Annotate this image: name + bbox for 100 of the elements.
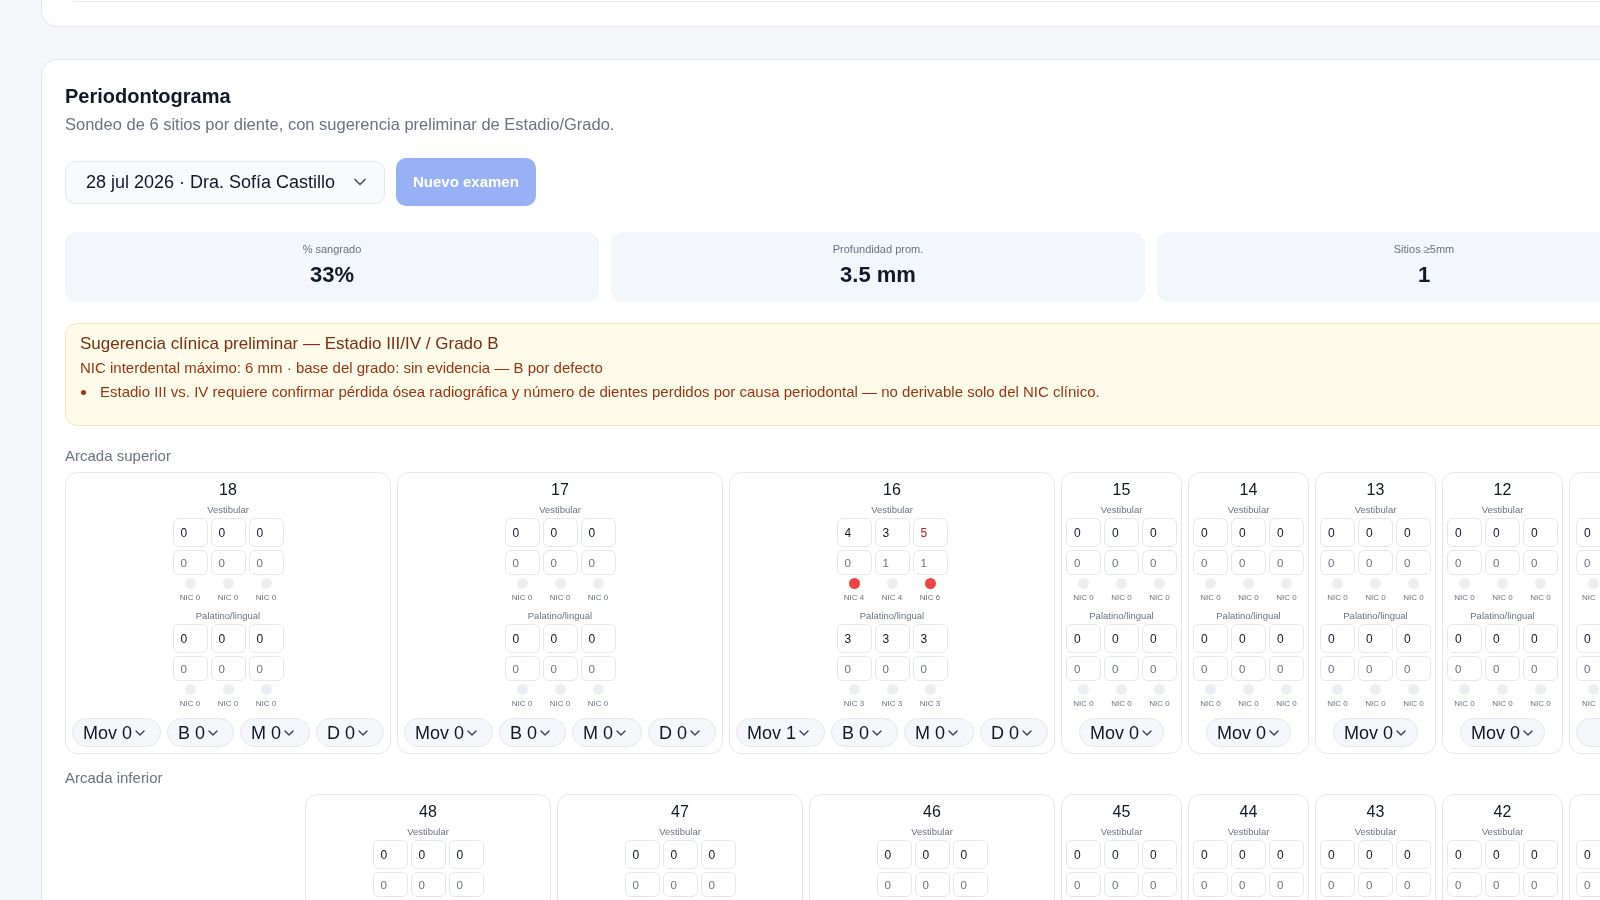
attachment-level-input[interactable]: 0 xyxy=(1269,656,1304,681)
probing-depth-input[interactable]: 0 xyxy=(1269,840,1304,869)
probing-depth-input[interactable]: 0 xyxy=(448,840,484,869)
attachment-level-input[interactable]: 0 xyxy=(1358,656,1393,681)
attachment-level-input[interactable]: 0 xyxy=(542,656,578,681)
dropdown-select[interactable]: Mov 0 xyxy=(404,718,493,747)
probing-depth-input[interactable]: 0 xyxy=(1523,624,1558,653)
probing-depth-input[interactable]: 0 xyxy=(1523,840,1558,869)
attachment-level-input[interactable]: 0 xyxy=(1193,550,1228,575)
probing-depth-input[interactable]: 0 xyxy=(1231,624,1266,653)
probing-depth-input[interactable]: 0 xyxy=(580,518,616,547)
attachment-level-input[interactable]: 0 xyxy=(1142,656,1177,681)
probing-depth-input[interactable]: 0 xyxy=(172,624,208,653)
probing-depth-input[interactable]: 0 xyxy=(1142,840,1177,869)
probing-depth-input[interactable]: 0 xyxy=(1066,840,1101,869)
probing-depth-input[interactable]: 0 xyxy=(1320,624,1355,653)
probing-depth-input[interactable]: 3 xyxy=(912,624,948,653)
attachment-level-input[interactable]: 0 xyxy=(1104,872,1139,897)
attachment-level-input[interactable]: 0 xyxy=(836,656,872,681)
dropdown-select[interactable]: D 0 xyxy=(648,718,717,747)
attachment-level-input[interactable]: 0 xyxy=(1576,550,1600,575)
probing-depth-input[interactable]: 0 xyxy=(372,840,408,869)
dropdown-select[interactable]: B 0 xyxy=(831,718,899,747)
probing-depth-input[interactable]: 0 xyxy=(1396,518,1431,547)
attachment-level-input[interactable]: 0 xyxy=(1523,872,1558,897)
attachment-level-input[interactable]: 0 xyxy=(1193,656,1228,681)
attachment-level-input[interactable]: 0 xyxy=(1269,872,1304,897)
attachment-level-input[interactable]: 0 xyxy=(874,656,910,681)
attachment-level-input[interactable]: 0 xyxy=(1104,656,1139,681)
attachment-level-input[interactable]: 0 xyxy=(504,550,540,575)
attachment-level-input[interactable]: 0 xyxy=(1485,550,1520,575)
probing-depth-input[interactable]: 0 xyxy=(1066,624,1101,653)
probing-depth-input[interactable]: 0 xyxy=(1231,518,1266,547)
attachment-level-input[interactable]: 0 xyxy=(1231,550,1266,575)
attachment-level-input[interactable]: 0 xyxy=(504,656,540,681)
probing-depth-input[interactable]: 0 xyxy=(1269,624,1304,653)
probing-depth-input[interactable]: 0 xyxy=(580,624,616,653)
dropdown-select[interactable]: M 0 xyxy=(240,718,311,747)
probing-depth-input[interactable]: 0 xyxy=(1066,518,1101,547)
attachment-level-input[interactable]: 0 xyxy=(1485,656,1520,681)
probing-depth-input[interactable]: 0 xyxy=(1396,840,1431,869)
attachment-level-input[interactable]: 0 xyxy=(1485,872,1520,897)
probing-depth-input[interactable]: 5 xyxy=(912,518,948,547)
probing-depth-input[interactable]: 0 xyxy=(210,624,246,653)
probing-depth-input[interactable]: 0 xyxy=(1576,518,1600,547)
attachment-level-input[interactable]: 0 xyxy=(172,550,208,575)
attachment-level-input[interactable]: 0 xyxy=(372,872,408,897)
dropdown-select[interactable]: M 0 xyxy=(572,718,643,747)
attachment-level-input[interactable]: 0 xyxy=(1104,550,1139,575)
probing-depth-input[interactable]: 3 xyxy=(836,624,872,653)
attachment-level-input[interactable]: 0 xyxy=(1576,656,1600,681)
probing-depth-input[interactable]: 0 xyxy=(1231,840,1266,869)
probing-depth-input[interactable]: 0 xyxy=(1104,840,1139,869)
attachment-level-input[interactable]: 0 xyxy=(1193,872,1228,897)
attachment-level-input[interactable]: 0 xyxy=(1142,550,1177,575)
probing-depth-input[interactable]: 0 xyxy=(1358,518,1393,547)
probing-depth-input[interactable]: 0 xyxy=(1447,840,1482,869)
probing-depth-input[interactable]: 0 xyxy=(542,518,578,547)
probing-depth-input[interactable]: 0 xyxy=(1576,840,1600,869)
dropdown-select[interactable]: Mov 0 xyxy=(72,718,161,747)
attachment-level-input[interactable]: 0 xyxy=(1142,872,1177,897)
attachment-level-input[interactable]: 0 xyxy=(248,656,284,681)
attachment-level-input[interactable]: 0 xyxy=(1447,872,1482,897)
probing-depth-input[interactable]: 0 xyxy=(410,840,446,869)
attachment-level-input[interactable]: 1 xyxy=(874,550,910,575)
probing-depth-input[interactable]: 3 xyxy=(874,518,910,547)
attachment-level-input[interactable]: 0 xyxy=(580,656,616,681)
attachment-level-input[interactable]: 0 xyxy=(1231,872,1266,897)
attachment-level-input[interactable]: 0 xyxy=(210,656,246,681)
dropdown-select[interactable]: Mov 0 xyxy=(1333,718,1418,747)
probing-depth-input[interactable]: 0 xyxy=(248,624,284,653)
attachment-level-input[interactable]: 0 xyxy=(914,872,950,897)
attachment-level-input[interactable]: 0 xyxy=(836,550,872,575)
probing-depth-input[interactable]: 0 xyxy=(1523,518,1558,547)
attachment-level-input[interactable]: 0 xyxy=(1523,550,1558,575)
probing-depth-input[interactable]: 0 xyxy=(1447,518,1482,547)
attachment-level-input[interactable]: 0 xyxy=(1396,656,1431,681)
attachment-level-input[interactable]: 0 xyxy=(1320,656,1355,681)
probing-depth-input[interactable]: 0 xyxy=(542,624,578,653)
attachment-level-input[interactable]: 0 xyxy=(1447,656,1482,681)
attachment-level-input[interactable]: 0 xyxy=(1576,872,1600,897)
dropdown-select[interactable]: M 0 xyxy=(904,718,975,747)
probing-depth-input[interactable]: 0 xyxy=(1142,518,1177,547)
probing-depth-input[interactable]: 0 xyxy=(1485,518,1520,547)
attachment-level-input[interactable]: 0 xyxy=(248,550,284,575)
probing-depth-input[interactable]: 0 xyxy=(662,840,698,869)
probing-depth-input[interactable]: 0 xyxy=(1104,518,1139,547)
probing-depth-input[interactable]: 0 xyxy=(504,624,540,653)
attachment-level-input[interactable]: 0 xyxy=(1066,550,1101,575)
probing-depth-input[interactable]: 3 xyxy=(874,624,910,653)
probing-depth-input[interactable]: 0 xyxy=(172,518,208,547)
attachment-level-input[interactable]: 0 xyxy=(1231,656,1266,681)
probing-depth-input[interactable]: 0 xyxy=(1193,840,1228,869)
probing-depth-input[interactable]: 0 xyxy=(248,518,284,547)
probing-depth-input[interactable]: 0 xyxy=(1320,840,1355,869)
attachment-level-input[interactable]: 0 xyxy=(1396,550,1431,575)
attachment-level-input[interactable]: 0 xyxy=(1358,872,1393,897)
dropdown-select[interactable]: Mov 0 xyxy=(1206,718,1291,747)
probing-depth-input[interactable]: 0 xyxy=(210,518,246,547)
probing-depth-input[interactable]: 0 xyxy=(1447,624,1482,653)
